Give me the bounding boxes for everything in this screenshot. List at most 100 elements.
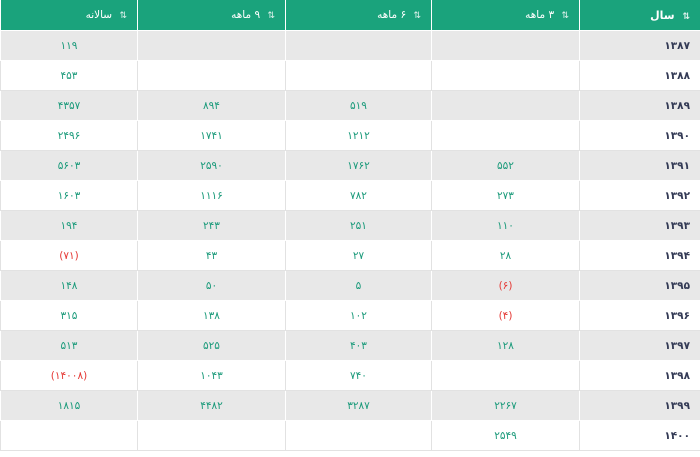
year-cell: ۱۳۹۳ bbox=[579, 211, 700, 241]
value-cell-3-month bbox=[431, 361, 579, 391]
value-cell-annual: ۴۵۳ bbox=[0, 61, 137, 91]
financial-table: ⇅ سال ⇅ ۳ ماهه ⇅ ۶ ماهه ⇅ ۹ ماهه ⇅ سالان… bbox=[0, 0, 700, 451]
table-row: ۱۳۹۰ ۱۲۱۲ ۱۷۴۱ ۲۴۹۶ bbox=[0, 121, 700, 151]
value-cell-3-month: ۲۲۶۷ bbox=[431, 391, 579, 421]
sort-icon[interactable]: ⇅ bbox=[561, 11, 569, 21]
table-row: ۱۳۸۷ ۱۱۹ bbox=[0, 31, 700, 61]
value-cell-annual: ۱۱۹ bbox=[0, 31, 137, 61]
table-row: ۱۳۹۵ (۶) ۵ ۵۰ ۱۴۸ bbox=[0, 271, 700, 301]
table-row: ۱۳۹۴ ۲۸ ۲۷ ۴۳ (۷۱) bbox=[0, 241, 700, 271]
value-cell-9-month bbox=[137, 421, 285, 451]
year-cell: ۱۳۹۸ bbox=[579, 361, 700, 391]
value-cell-6-month bbox=[285, 421, 431, 451]
value-cell-9-month bbox=[137, 31, 285, 61]
year-cell: ۱۳۹۴ bbox=[579, 241, 700, 271]
value-cell-annual: ۱۶۰۳ bbox=[0, 181, 137, 211]
value-cell-6-month: ۵۱۹ bbox=[285, 91, 431, 121]
column-header-label: سالانه bbox=[85, 9, 113, 21]
value-cell-6-month: ۳۲۸۷ bbox=[285, 391, 431, 421]
value-cell-annual: ۱۹۴ bbox=[0, 211, 137, 241]
table-row: ۱۳۹۱ ۵۵۲ ۱۷۶۲ ۲۵۹۰ ۵۶۰۳ bbox=[0, 151, 700, 181]
header-row: ⇅ سال ⇅ ۳ ماهه ⇅ ۶ ماهه ⇅ ۹ ماهه ⇅ سالان… bbox=[0, 0, 700, 31]
year-cell: ۱۴۰۰ bbox=[579, 421, 700, 451]
value-cell-6-month: ۱۷۶۲ bbox=[285, 151, 431, 181]
year-cell: ۱۳۹۵ bbox=[579, 271, 700, 301]
year-cell: ۱۳۸۷ bbox=[579, 31, 700, 61]
value-cell-3-month bbox=[431, 61, 579, 91]
column-header-year[interactable]: ⇅ سال bbox=[579, 0, 700, 31]
value-cell-6-month: ۲۷ bbox=[285, 241, 431, 271]
column-header-label: ۶ ماهه bbox=[377, 9, 407, 21]
sort-icon[interactable]: ⇅ bbox=[682, 12, 690, 22]
value-cell-9-month: ۱۱۱۶ bbox=[137, 181, 285, 211]
value-cell-3-month bbox=[431, 91, 579, 121]
value-cell-6-month: ۱۲۱۲ bbox=[285, 121, 431, 151]
table-header: ⇅ سال ⇅ ۳ ماهه ⇅ ۶ ماهه ⇅ ۹ ماهه ⇅ سالان… bbox=[0, 0, 700, 31]
value-cell-6-month: ۷۴۰ bbox=[285, 361, 431, 391]
year-cell: ۱۳۹۰ bbox=[579, 121, 700, 151]
value-cell-3-month: ۵۵۲ bbox=[431, 151, 579, 181]
value-cell-9-month: ۲۴۳ bbox=[137, 211, 285, 241]
value-cell-3-month: ۲۸ bbox=[431, 241, 579, 271]
value-cell-annual bbox=[0, 421, 137, 451]
value-cell-annual: ۴۳۵۷ bbox=[0, 91, 137, 121]
value-cell-3-month: ۱۱۰ bbox=[431, 211, 579, 241]
value-cell-6-month: ۱۰۲ bbox=[285, 301, 431, 331]
value-cell-3-month bbox=[431, 121, 579, 151]
column-header-6-month[interactable]: ⇅ ۶ ماهه bbox=[285, 0, 431, 31]
table-row: ۱۳۹۳ ۱۱۰ ۲۵۱ ۲۴۳ ۱۹۴ bbox=[0, 211, 700, 241]
table-row: ۱۴۰۰ ۲۵۴۹ bbox=[0, 421, 700, 451]
table-row: ۱۳۸۸ ۴۵۳ bbox=[0, 61, 700, 91]
value-cell-9-month: ۴۳ bbox=[137, 241, 285, 271]
year-cell: ۱۳۸۹ bbox=[579, 91, 700, 121]
column-header-9-month[interactable]: ⇅ ۹ ماهه bbox=[137, 0, 285, 31]
value-cell-9-month: ۵۲۵ bbox=[137, 331, 285, 361]
value-cell-annual: ۵۱۳ bbox=[0, 331, 137, 361]
column-header-annual[interactable]: ⇅ سالانه bbox=[0, 0, 137, 31]
year-cell: ۱۳۹۷ bbox=[579, 331, 700, 361]
table-row: ۱۳۸۹ ۵۱۹ ۸۹۴ ۴۳۵۷ bbox=[0, 91, 700, 121]
value-cell-annual: ۵۶۰۳ bbox=[0, 151, 137, 181]
table-row: ۱۳۹۲ ۲۷۳ ۷۸۲ ۱۱۱۶ ۱۶۰۳ bbox=[0, 181, 700, 211]
value-cell-annual: (۱۴۰۰۸) bbox=[0, 361, 137, 391]
table-row: ۱۳۹۸ ۷۴۰ ۱۰۴۳ (۱۴۰۰۸) bbox=[0, 361, 700, 391]
value-cell-3-month: ۲۷۳ bbox=[431, 181, 579, 211]
value-cell-3-month: (۶) bbox=[431, 271, 579, 301]
value-cell-3-month: ۲۵۴۹ bbox=[431, 421, 579, 451]
value-cell-9-month: ۲۵۹۰ bbox=[137, 151, 285, 181]
value-cell-6-month bbox=[285, 61, 431, 91]
value-cell-annual: ۱۴۸ bbox=[0, 271, 137, 301]
value-cell-9-month: ۵۰ bbox=[137, 271, 285, 301]
value-cell-9-month: ۴۴۸۲ bbox=[137, 391, 285, 421]
value-cell-3-month bbox=[431, 31, 579, 61]
table-row: ۱۳۹۹ ۲۲۶۷ ۳۲۸۷ ۴۴۸۲ ۱۸۱۵ bbox=[0, 391, 700, 421]
value-cell-annual: (۷۱) bbox=[0, 241, 137, 271]
value-cell-9-month: ۱۷۴۱ bbox=[137, 121, 285, 151]
column-header-label: سال bbox=[650, 8, 675, 22]
column-header-label: ۳ ماهه bbox=[525, 9, 555, 21]
sort-icon[interactable]: ⇅ bbox=[267, 11, 275, 21]
sort-icon[interactable]: ⇅ bbox=[119, 11, 127, 21]
value-cell-annual: ۳۱۵ bbox=[0, 301, 137, 331]
column-header-label: ۹ ماهه bbox=[231, 9, 261, 21]
value-cell-annual: ۲۴۹۶ bbox=[0, 121, 137, 151]
value-cell-9-month: ۱۰۴۳ bbox=[137, 361, 285, 391]
value-cell-annual: ۱۸۱۵ bbox=[0, 391, 137, 421]
value-cell-9-month: ۱۳۸ bbox=[137, 301, 285, 331]
value-cell-3-month: (۴) bbox=[431, 301, 579, 331]
table-row: ۱۳۹۶ (۴) ۱۰۲ ۱۳۸ ۳۱۵ bbox=[0, 301, 700, 331]
year-cell: ۱۳۹۲ bbox=[579, 181, 700, 211]
value-cell-6-month: ۷۸۲ bbox=[285, 181, 431, 211]
table-body: ۱۳۸۷ ۱۱۹ ۱۳۸۸ ۴۵۳ ۱۳۸۹ ۵۱۹ ۸۹۴ ۴۳۵۷ ۱۳۹۰… bbox=[0, 31, 700, 451]
year-cell: ۱۳۹۱ bbox=[579, 151, 700, 181]
table-row: ۱۳۹۷ ۱۲۸ ۴۰۳ ۵۲۵ ۵۱۳ bbox=[0, 331, 700, 361]
year-cell: ۱۳۹۹ bbox=[579, 391, 700, 421]
value-cell-9-month bbox=[137, 61, 285, 91]
value-cell-6-month: ۴۰۳ bbox=[285, 331, 431, 361]
value-cell-3-month: ۱۲۸ bbox=[431, 331, 579, 361]
year-cell: ۱۳۸۸ bbox=[579, 61, 700, 91]
year-cell: ۱۳۹۶ bbox=[579, 301, 700, 331]
column-header-3-month[interactable]: ⇅ ۳ ماهه bbox=[431, 0, 579, 31]
sort-icon[interactable]: ⇅ bbox=[413, 11, 421, 21]
value-cell-6-month: ۲۵۱ bbox=[285, 211, 431, 241]
